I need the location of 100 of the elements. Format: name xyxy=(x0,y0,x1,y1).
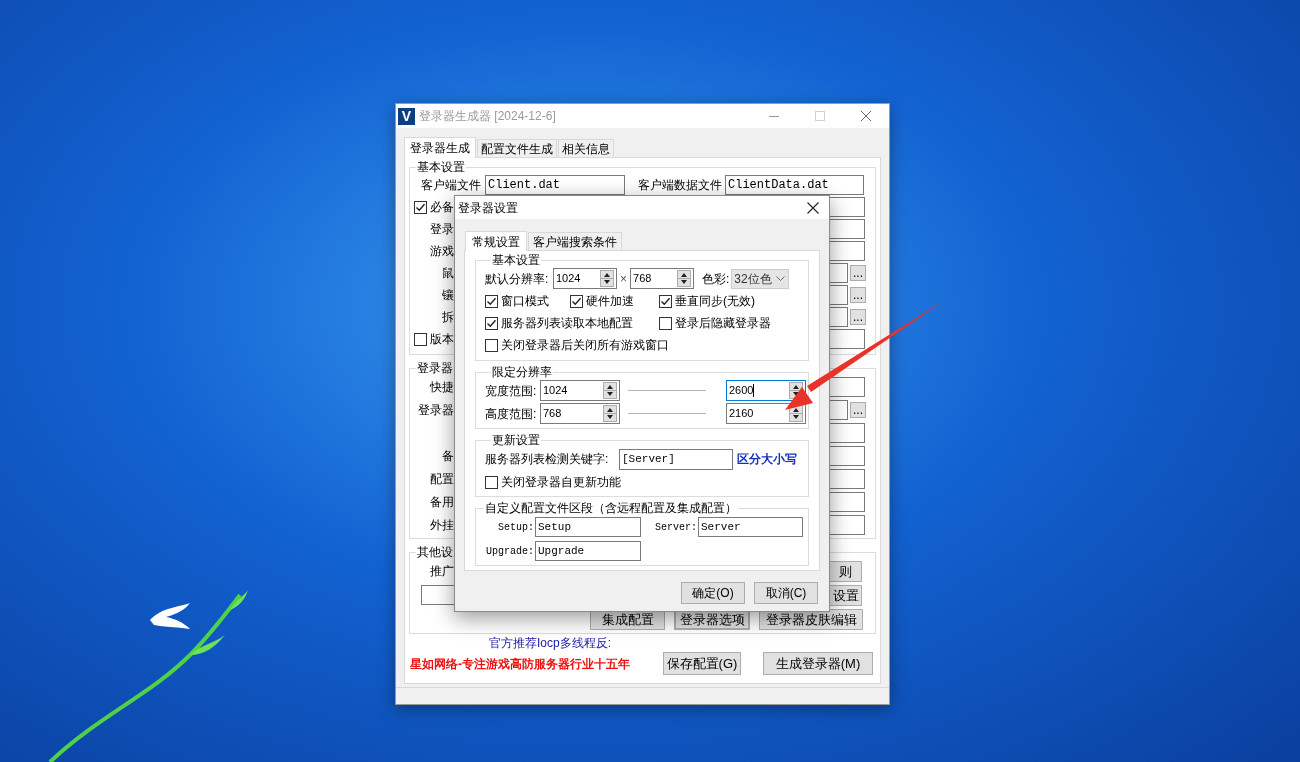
tab[interactable]: 登录器生成 xyxy=(404,137,476,158)
field-label: 游戏 xyxy=(430,243,454,260)
spin-field[interactable]: 2160 xyxy=(726,403,806,424)
note-text: 区分大小写 xyxy=(737,451,797,468)
checkbox[interactable] xyxy=(485,338,498,352)
text-field[interactable] xyxy=(830,422,865,443)
checkbox-label: 必备 xyxy=(430,199,454,216)
field-label: 服务器列表检测关键字: xyxy=(485,451,610,468)
tab[interactable]: 相关信息 xyxy=(558,139,614,157)
field-label: Upgrade: xyxy=(485,544,535,559)
close-icon xyxy=(807,201,819,214)
field-label: 客户端文件 xyxy=(421,177,482,194)
spin-field[interactable]: 1024 xyxy=(540,380,620,401)
checkbox[interactable] xyxy=(485,475,498,489)
field-label: 备 xyxy=(442,447,454,465)
tab[interactable]: 配置文件生成 xyxy=(477,139,557,157)
field-label: 推广 xyxy=(430,563,454,580)
spin-button[interactable] xyxy=(677,270,691,287)
text-field[interactable] xyxy=(830,197,865,217)
group-title: 更新设置 xyxy=(491,433,541,447)
text-field[interactable] xyxy=(830,445,865,466)
spin-button[interactable] xyxy=(603,405,617,422)
text-field[interactable] xyxy=(830,285,848,305)
text-field[interactable]: [Server] xyxy=(619,448,733,470)
field-label: Server: xyxy=(654,520,698,535)
chevron-down-icon xyxy=(776,275,786,282)
button[interactable]: 则 xyxy=(830,560,862,582)
browse-button[interactable]: ... xyxy=(850,309,866,325)
dialog-title: 登录器设置 xyxy=(458,199,518,217)
slogan-text: 星如网络-专注游戏高防服务器行业十五年 xyxy=(410,655,630,673)
text-field[interactable] xyxy=(830,514,865,535)
field-label: 宽度范围: xyxy=(485,382,538,400)
text-field[interactable] xyxy=(830,491,865,512)
button[interactable]: 取消(C) xyxy=(754,582,818,604)
text-field[interactable] xyxy=(830,241,865,261)
field-label: Setup: xyxy=(497,520,535,535)
close-button[interactable] xyxy=(805,199,821,216)
browse-button[interactable]: ... xyxy=(850,401,866,418)
spin-field[interactable]: 768 xyxy=(630,268,694,289)
browse-button[interactable]: ... xyxy=(850,265,866,281)
app-logo: V xyxy=(398,107,415,125)
field-label: 快捷 xyxy=(430,378,454,396)
field-label: 登录 xyxy=(430,221,454,238)
button[interactable]: 设置 xyxy=(830,584,862,606)
button[interactable]: 确定(O) xyxy=(681,582,745,604)
tab[interactable]: 客户端搜索条件 xyxy=(528,232,622,250)
text-field[interactable] xyxy=(830,307,848,327)
text-field[interactable] xyxy=(421,585,454,605)
checkmark-icon xyxy=(571,295,582,307)
field-label: 登录器 xyxy=(418,401,454,419)
group-title: 基本设置 xyxy=(416,160,466,174)
text-field[interactable] xyxy=(830,468,865,489)
spin-button[interactable] xyxy=(600,270,614,287)
checkbox-label: 硬件加速 xyxy=(586,293,634,310)
tab[interactable]: 常规设置 xyxy=(465,231,527,251)
checkbox[interactable] xyxy=(570,294,583,308)
field-label: 高度范围: xyxy=(485,405,538,423)
checkmark-icon xyxy=(415,201,426,213)
button[interactable]: 保存配置(G) xyxy=(663,652,741,675)
text-field[interactable] xyxy=(830,329,865,349)
text-field[interactable]: Setup xyxy=(535,517,641,537)
text-field[interactable]: Upgrade xyxy=(535,541,641,561)
field-label: 鼠 xyxy=(442,265,454,282)
spin-field[interactable]: 768 xyxy=(540,403,620,424)
checkbox[interactable] xyxy=(414,332,427,346)
checkbox-label: 关闭登录器后关闭所有游戏窗口 xyxy=(501,337,669,354)
checkbox-label: 服务器列表读取本地配置 xyxy=(501,315,633,332)
group-title: 登录器 xyxy=(416,361,454,375)
checkbox[interactable] xyxy=(485,294,498,308)
checkbox[interactable] xyxy=(485,316,498,330)
checkbox-label: 关闭登录器自更新功能 xyxy=(501,474,621,491)
text-field[interactable] xyxy=(830,376,865,397)
checkmark-icon xyxy=(486,295,497,307)
field-label: 配置 xyxy=(430,470,454,488)
browse-button[interactable]: ... xyxy=(850,287,866,303)
checkbox-label: 版本 xyxy=(430,331,454,348)
checkbox-label: 垂直同步(无效) xyxy=(675,293,755,310)
checkbox-label: 登录后隐藏登录器 xyxy=(675,315,771,332)
checkbox[interactable] xyxy=(659,294,672,308)
color-dropdown[interactable]: 32位色 xyxy=(731,268,790,289)
field-label: 默认分辨率: xyxy=(485,270,550,288)
field-label: 备用 xyxy=(430,493,454,511)
text-field[interactable]: Server xyxy=(698,517,803,537)
spin-button[interactable] xyxy=(603,382,617,399)
maximize-icon xyxy=(815,111,825,121)
checkmark-icon xyxy=(660,295,671,307)
group-title: 其他设 xyxy=(416,545,454,559)
text-field[interactable] xyxy=(830,219,865,239)
spin-field[interactable]: 1024 xyxy=(553,268,617,289)
window-title: 登录器生成器 [2024-12-6] xyxy=(419,108,556,125)
field-label: 外挂 xyxy=(430,516,454,534)
checkmark-icon xyxy=(486,317,497,329)
button[interactable]: 生成登录器(M) xyxy=(763,652,873,675)
link[interactable]: 官方推荐Iocp多线程反: xyxy=(489,634,611,652)
text-field[interactable] xyxy=(830,263,848,283)
text-field[interactable]: Client.dat xyxy=(485,175,625,195)
checkbox[interactable] xyxy=(414,200,427,214)
text-field[interactable]: ClientData.dat xyxy=(725,175,864,195)
text-field[interactable] xyxy=(830,399,848,420)
checkbox[interactable] xyxy=(659,316,672,330)
